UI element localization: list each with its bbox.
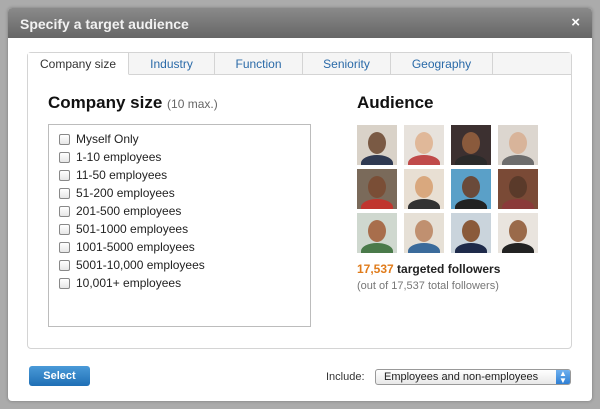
checkbox[interactable] xyxy=(59,259,70,271)
option-label: 501-1000 employees xyxy=(76,222,189,236)
option-label: 10,001+ employees xyxy=(76,276,182,290)
company-size-option[interactable]: 11-50 employees xyxy=(59,166,310,184)
checkbox[interactable] xyxy=(59,151,70,163)
max-hint: (10 max.) xyxy=(167,97,218,111)
close-icon[interactable]: × xyxy=(571,14,580,31)
follower-photo xyxy=(404,169,444,209)
follower-photo xyxy=(404,213,444,253)
include-value: Employees and non-employees xyxy=(384,371,539,383)
follower-photo xyxy=(498,213,538,253)
company-size-option[interactable]: Myself Only xyxy=(59,130,310,148)
follower-photo xyxy=(498,169,538,209)
option-label: 201-500 employees xyxy=(76,204,182,218)
include-label: Include: xyxy=(326,371,365,383)
follower-photo xyxy=(357,169,397,209)
targeting-panel: Company size Industry Function Seniority… xyxy=(27,52,572,349)
dialog-titlebar: Specify a target audience × xyxy=(8,8,592,38)
follower-photo xyxy=(357,125,397,165)
follower-photo xyxy=(404,125,444,165)
follower-count: 17,537 xyxy=(357,262,394,276)
company-size-list[interactable]: Myself Only 1-10 employees 11-50 employees… xyxy=(48,124,311,327)
company-size-heading: Company size (10 max.) xyxy=(48,93,218,113)
checkbox[interactable] xyxy=(59,133,70,145)
targeted-followers: 17,537 targeted followers xyxy=(357,262,500,276)
company-size-option[interactable]: 51-200 employees xyxy=(59,184,310,202)
follower-photo xyxy=(498,125,538,165)
company-size-option[interactable]: 10,001+ employees xyxy=(59,274,310,292)
follower-photo xyxy=(451,169,491,209)
tab-company-size[interactable]: Company size xyxy=(28,53,129,75)
follower-photo xyxy=(451,125,491,165)
option-label: 5001-10,000 employees xyxy=(76,258,205,272)
tab-industry[interactable]: Industry xyxy=(129,53,215,74)
follower-count-label: targeted followers xyxy=(393,262,501,276)
option-label: 1001-5000 employees xyxy=(76,240,195,254)
heading-text: Company size xyxy=(48,93,163,112)
checkbox[interactable] xyxy=(59,277,70,289)
audience-heading: Audience xyxy=(357,93,434,112)
company-size-option[interactable]: 1-10 employees xyxy=(59,148,310,166)
follower-photo xyxy=(451,213,491,253)
audience-photos xyxy=(357,125,538,253)
follower-photo xyxy=(357,213,397,253)
tab-geography[interactable]: Geography xyxy=(391,53,493,74)
option-label: 51-200 employees xyxy=(76,186,175,200)
option-label: 1-10 employees xyxy=(76,150,162,164)
company-size-option[interactable]: 201-500 employees xyxy=(59,202,310,220)
include-select[interactable]: Employees and non-employees ▲ ▼ xyxy=(375,369,571,385)
checkbox[interactable] xyxy=(59,169,70,181)
tab-bar: Company size Industry Function Seniority… xyxy=(28,53,571,75)
tab-function[interactable]: Function xyxy=(215,53,303,74)
tab-seniority[interactable]: Seniority xyxy=(303,53,391,74)
checkbox[interactable] xyxy=(59,205,70,217)
checkbox[interactable] xyxy=(59,241,70,253)
total-followers: (out of 17,537 total followers) xyxy=(357,280,499,292)
company-size-option[interactable]: 501-1000 employees xyxy=(59,220,310,238)
company-size-option[interactable]: 5001-10,000 employees xyxy=(59,256,310,274)
select-button[interactable]: Select xyxy=(29,366,90,386)
company-size-option[interactable]: 1001-5000 employees xyxy=(59,238,310,256)
option-label: Myself Only xyxy=(76,132,139,146)
target-audience-dialog: Specify a target audience × Company size… xyxy=(8,8,592,401)
select-arrows-icon: ▲ ▼ xyxy=(556,370,570,385)
checkbox[interactable] xyxy=(59,187,70,199)
option-label: 11-50 employees xyxy=(76,168,168,182)
dialog-title: Specify a target audience xyxy=(20,16,189,32)
checkbox[interactable] xyxy=(59,223,70,235)
